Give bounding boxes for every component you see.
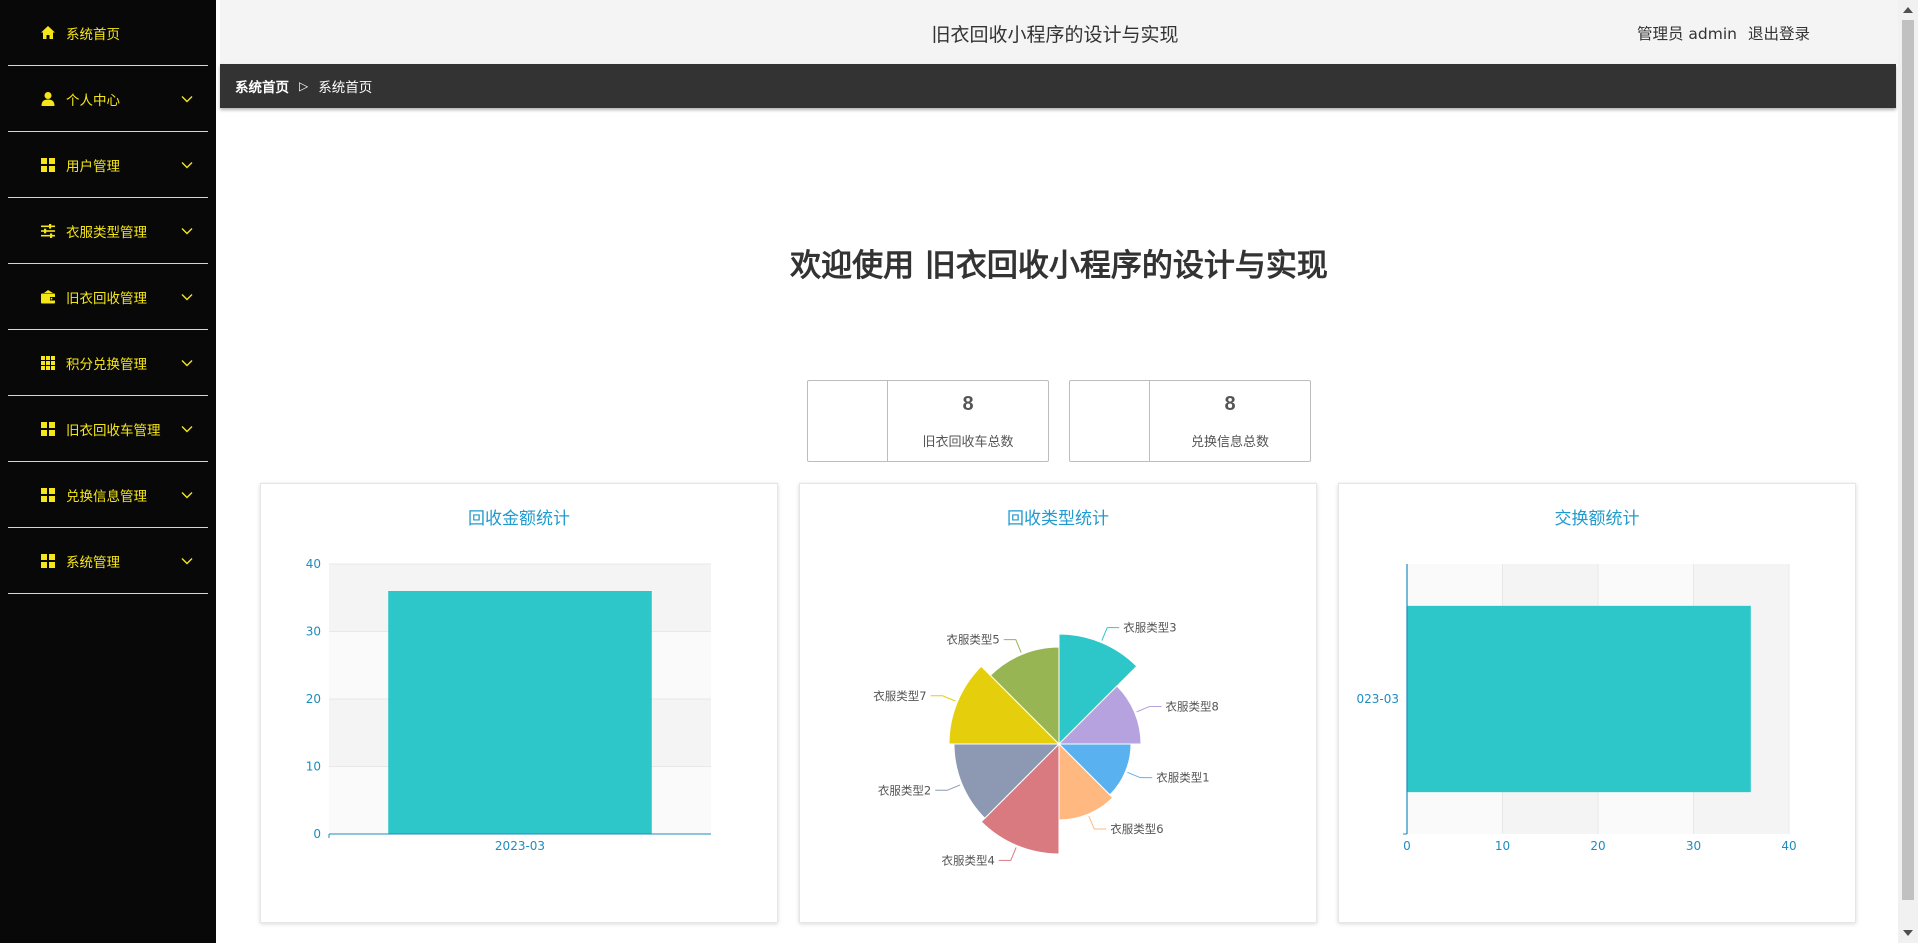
label-line [930, 695, 956, 702]
admin-user: 管理员 admin [1637, 25, 1737, 43]
sidebar-item-label: 系统管理 [66, 554, 120, 571]
sidebar-item-recycling-cart[interactable]: 旧衣回收车管理 [8, 396, 208, 462]
chevron-down-icon [180, 290, 194, 304]
stat-label: 旧衣回收车总数 [922, 435, 1014, 450]
sidebar-item-label: 兑换信息管理 [66, 488, 147, 505]
slice-label: 衣服类型5 [946, 633, 999, 647]
sidebar-item-points-exchange[interactable]: 积分兑换管理 [8, 330, 208, 396]
y-tick-label: 10 [306, 760, 321, 774]
sidebar-item-exchange-info[interactable]: 兑换信息管理 [8, 462, 208, 528]
label-line [1136, 705, 1162, 713]
slice-label: 衣服类型4 [941, 853, 994, 867]
home-icon [40, 25, 56, 41]
chevron-down-icon [180, 356, 194, 370]
y-tick-label: 0 [313, 827, 321, 841]
sidebar-item-label: 用户管理 [66, 158, 120, 175]
x-tick-label: 10 [1495, 839, 1510, 853]
logout-button[interactable]: 退出登录 [1748, 22, 1810, 44]
sidebar-item-home[interactable]: 系统首页 [8, 0, 208, 66]
chevron-down-icon [180, 224, 194, 238]
breadcrumb-home[interactable]: 系统首页 [235, 76, 289, 96]
chevron-down-icon [180, 422, 194, 436]
wallet-icon [40, 289, 56, 305]
pie-chart: 衣服类型3 衣服类型8 衣服类型1 衣服类型6 衣服类型4 衣服类型2 衣服类型7 衣服类型5 [873, 621, 1219, 868]
bar-chart: 0 10 20 30 40 2023-03 [306, 557, 711, 853]
sidebar: 系统首页 个人中心 用户管理 衣服类型管理 旧衣回收管理 积分兑换管理 旧衣回收… [0, 0, 216, 943]
scroll-up-arrow-icon[interactable] [1903, 7, 1913, 13]
breadcrumb-separator: ▷ [299, 79, 309, 93]
grid-icon [40, 553, 56, 569]
bar [388, 591, 652, 834]
chevron-down-icon [180, 488, 194, 502]
label-line [935, 784, 961, 791]
scrollbar-thumb[interactable] [1902, 20, 1914, 900]
stat-value: 8 [1224, 393, 1236, 415]
sidebar-item-profile[interactable]: 个人中心 [8, 66, 208, 132]
grid-icon [40, 487, 56, 503]
bar [1407, 605, 1751, 793]
stat-icon-cell [808, 381, 888, 461]
label-line [1003, 639, 1022, 653]
x-tick-label: 2023-03 [495, 839, 545, 853]
sidebar-item-label: 旧衣回收管理 [66, 290, 147, 307]
x-tick-label: 20 [1590, 839, 1605, 853]
chart-card-recycling-types: 回收类型统计 衣服类型3 衣服类型8 衣服类型1 衣服类型6 衣服类型4 衣服类型2 衣服类… [799, 483, 1317, 923]
stat-card-exchange-info: 8 兑换信息总数 [1069, 380, 1311, 462]
sidebar-item-label: 积分兑换管理 [66, 356, 147, 373]
horizontal-bar-chart: 0 10 20 30 40 023-03 [1356, 564, 1797, 853]
x-tick-label: 0 [1403, 839, 1411, 853]
label-line [1088, 815, 1107, 830]
label-line [998, 847, 1017, 861]
breadcrumb: 系统首页 ▷ 系统首页 [220, 64, 1896, 108]
sidebar-item-label: 旧衣回收车管理 [66, 422, 161, 439]
stat-icon-cell [1070, 381, 1150, 461]
vertical-scrollbar[interactable] [1898, 0, 1918, 943]
chart-card-exchange-amount: 交换额统计 0 10 20 30 40 023-03 [1338, 483, 1856, 923]
sidebar-item-label: 系统首页 [66, 26, 120, 43]
stat-label: 兑换信息总数 [1190, 435, 1269, 450]
sidebar-item-label: 个人中心 [66, 92, 120, 109]
y-tick-label: 20 [306, 692, 321, 706]
chevron-down-icon [180, 92, 194, 106]
x-tick-label: 40 [1781, 839, 1796, 853]
y-tick-label: 30 [306, 625, 321, 639]
stat-card-recycling-carts: 8 旧衣回收车总数 [807, 380, 1049, 462]
sidebar-item-clothing-types[interactable]: 衣服类型管理 [8, 198, 208, 264]
label-line [1127, 771, 1153, 779]
slice-label: 衣服类型1 [1156, 771, 1209, 785]
x-tick-label: 30 [1686, 839, 1701, 853]
header: 旧衣回收小程序的设计与实现 管理员 admin 退出登录 [220, 0, 1898, 64]
slice-label: 衣服类型7 [873, 689, 926, 703]
slice-label: 衣服类型8 [1166, 699, 1219, 713]
sliders-icon [40, 223, 56, 239]
sidebar-item-label: 衣服类型管理 [66, 224, 147, 241]
grid-icon [40, 421, 56, 437]
slice-label: 衣服类型6 [1110, 822, 1163, 836]
sidebar-item-system[interactable]: 系统管理 [8, 528, 208, 594]
chevron-down-icon [180, 158, 194, 172]
table-icon [40, 355, 56, 371]
y-tick-label: 40 [306, 557, 321, 571]
slice-label: 衣服类型3 [1123, 621, 1176, 635]
stat-value: 8 [962, 393, 974, 415]
chevron-down-icon [180, 554, 194, 568]
y-tick-label: 023-03 [1356, 692, 1399, 706]
sidebar-item-users[interactable]: 用户管理 [8, 132, 208, 198]
sidebar-item-recycling[interactable]: 旧衣回收管理 [8, 264, 208, 330]
user-icon [40, 91, 56, 107]
scroll-down-arrow-icon[interactable] [1903, 930, 1913, 936]
grid-icon [40, 157, 56, 173]
breadcrumb-current: 系统首页 [318, 80, 373, 96]
welcome-heading: 欢迎使用 旧衣回收小程序的设计与实现 [790, 248, 1328, 284]
slice-label: 衣服类型2 [878, 783, 931, 797]
chart-card-recycling-amount: 回收金额统计 0 10 20 30 40 2023-03 [260, 483, 778, 923]
label-line [1101, 627, 1120, 641]
